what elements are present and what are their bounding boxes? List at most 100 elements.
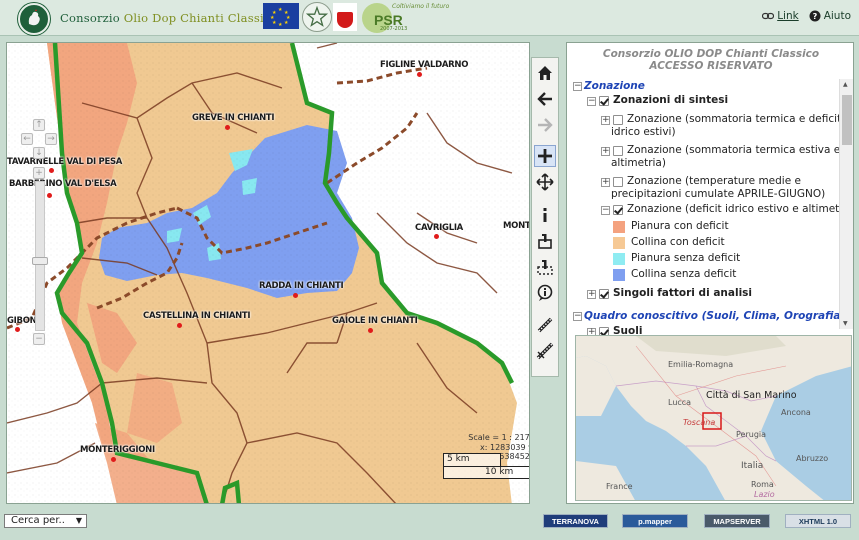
- layer-tree-scrollbar[interactable]: ▲ ▼: [839, 79, 853, 329]
- help-icon: ?: [809, 10, 821, 22]
- psr-tagline: Coltiviamo il futuro: [392, 3, 450, 10]
- link-icon: [762, 12, 775, 20]
- checkbox-layer4[interactable]: [613, 205, 623, 215]
- search-dropdown[interactable]: Cerca per.. ▼: [4, 514, 87, 528]
- overview-map[interactable]: Emilia-Romagna Città di San Marino Lucca…: [575, 335, 852, 501]
- town-label: MONTE: [503, 221, 530, 231]
- checkbox-zonazioni-sintesi[interactable]: [599, 96, 609, 106]
- home-icon: [538, 66, 552, 80]
- link-button[interactable]: Link: [762, 10, 799, 22]
- rooster-icon: [21, 6, 47, 32]
- expand-toggle[interactable]: +: [601, 116, 610, 125]
- layer4-label[interactable]: Zonazione (deficit idrico estivo e altim…: [627, 203, 839, 216]
- layer1-label[interactable]: Zonazione (sommatoria termica e deficit: [627, 113, 839, 126]
- checkbox-layer2[interactable]: [613, 146, 623, 156]
- layer-singoli-fattori[interactable]: Singoli fattori di analisi: [613, 287, 752, 300]
- tooltip-info-button[interactable]: [534, 282, 556, 304]
- italian-republic-emblem: [302, 2, 332, 32]
- help-button[interactable]: ? Aiuto: [809, 10, 851, 22]
- xhtml-badge[interactable]: XHTML 1.0: [785, 514, 851, 528]
- map-toolbar: [531, 57, 559, 377]
- checkbox-layer3[interactable]: [613, 177, 623, 187]
- legend-label: Pianura senza deficit: [631, 252, 741, 264]
- group-quadro-conoscitivo[interactable]: Quadro conoscitivo (Suoli, Clima, Orogra…: [584, 310, 839, 323]
- layer-tree: − Zonazione − Zonazioni di sintesi + Zon…: [571, 79, 839, 365]
- layer2-label[interactable]: Zonazione (sommatoria termica estiva e: [627, 144, 839, 157]
- collapse-toggle[interactable]: −: [587, 97, 596, 106]
- pan-left-icon[interactable]: ←: [21, 133, 33, 145]
- regione-toscana-logo: [333, 3, 357, 31]
- map-navigation-control: ↑ ← → ↓ + −: [21, 119, 57, 349]
- legend-swatch: [613, 253, 625, 265]
- zoom-in-button[interactable]: [534, 145, 556, 167]
- checkbox-layer1[interactable]: [613, 115, 623, 125]
- town-marker: [434, 234, 439, 239]
- identify-icon: [538, 234, 552, 249]
- expand-toggle[interactable]: +: [587, 290, 596, 299]
- expand-toggle[interactable]: +: [601, 178, 610, 187]
- home-button[interactable]: [534, 62, 556, 84]
- collapse-toggle[interactable]: −: [573, 82, 582, 91]
- select-icon: [537, 260, 553, 275]
- scalebar-5km: 5 km: [447, 454, 470, 464]
- search-dropdown-label: Cerca per..: [11, 515, 65, 526]
- forward-icon: [538, 118, 553, 132]
- zoom-out-control-icon[interactable]: −: [33, 333, 45, 345]
- overview-label: Lucca: [668, 398, 692, 407]
- scale-text: Scale = 1 : 217K: [468, 433, 530, 442]
- collapse-toggle[interactable]: −: [601, 206, 610, 215]
- back-button[interactable]: [534, 88, 556, 110]
- collapse-toggle[interactable]: −: [573, 312, 582, 321]
- layer-zonazioni-sintesi[interactable]: Zonazioni di sintesi: [613, 94, 728, 107]
- forward-button[interactable]: [534, 114, 556, 136]
- link-label: Link: [777, 10, 799, 22]
- town-marker: [368, 328, 373, 333]
- zoom-slider-handle[interactable]: [32, 257, 48, 265]
- pan-up-icon[interactable]: ↑: [33, 119, 45, 131]
- measure-button[interactable]: [534, 314, 556, 336]
- overview-label: Toscana: [683, 418, 716, 427]
- map-canvas[interactable]: FIGLINE VALDARNO GREVE IN CHIANTI TAVARN…: [6, 42, 530, 504]
- info-button[interactable]: [534, 204, 556, 226]
- legend-swatch: [613, 269, 625, 281]
- psr-logo: PSR Coltiviamo il futuro 2007-2013: [362, 3, 454, 33]
- zoom-in-control-icon[interactable]: +: [33, 167, 45, 179]
- pan-right-icon[interactable]: →: [45, 133, 57, 145]
- identify-button[interactable]: [534, 230, 556, 252]
- scroll-up-icon[interactable]: ▲: [843, 81, 848, 88]
- measure-icon: [537, 317, 553, 333]
- measure-area-icon: [536, 342, 554, 360]
- pan-down-icon[interactable]: ↓: [33, 147, 45, 159]
- overview-label: Emilia-Romagna: [668, 360, 734, 369]
- zoom-slider-track[interactable]: [35, 181, 45, 331]
- legend-label: Collina con deficit: [631, 236, 725, 248]
- pmapper-badge[interactable]: p.mapper: [622, 514, 688, 528]
- layer1-label-cont: idrico estivi): [611, 126, 676, 138]
- pan-button[interactable]: [534, 171, 556, 193]
- town-marker: [111, 457, 116, 462]
- group-zonazione[interactable]: Zonazione: [584, 80, 645, 93]
- town-label: MONTERIGGIONI: [80, 445, 155, 455]
- terranova-badge[interactable]: TERRANOVA: [543, 514, 608, 528]
- select-button[interactable]: [534, 256, 556, 278]
- scalebar: 5 km 10 km: [443, 453, 529, 481]
- mapserver-badge[interactable]: MAPSERVER: [704, 514, 770, 528]
- eu-flag-logo: ★ ★ ★ ★ ★ ★ ★ ★: [263, 3, 299, 29]
- measure-area-button[interactable]: [534, 340, 556, 362]
- town-label: GAIOLE IN CHIANTI: [332, 316, 418, 326]
- panel-title: Consorzio OLIO DOP Chianti Classico ACCE…: [567, 48, 855, 72]
- title-prefix: Consorzio: [60, 11, 124, 25]
- overview-label: France: [606, 482, 633, 491]
- panel-title-line1: Consorzio OLIO DOP Chianti Classico: [602, 48, 820, 60]
- scrollbar-thumb[interactable]: [842, 95, 852, 145]
- expand-toggle[interactable]: +: [601, 147, 610, 156]
- consorzio-logo: [18, 3, 50, 35]
- checkbox-singoli[interactable]: [599, 289, 609, 299]
- tooltip-info-icon: [537, 284, 553, 301]
- layer3-label[interactable]: Zonazione (temperature medie e: [627, 175, 801, 188]
- psr-years: 2007-2013: [380, 26, 408, 32]
- layer3-label-cont: precipitazioni cumulate APRILE-GIUGNO): [611, 188, 826, 200]
- scroll-down-icon[interactable]: ▼: [843, 320, 848, 327]
- header-links: Link ? Aiuto: [762, 10, 851, 22]
- layer2-label-cont: altimetria): [611, 157, 666, 169]
